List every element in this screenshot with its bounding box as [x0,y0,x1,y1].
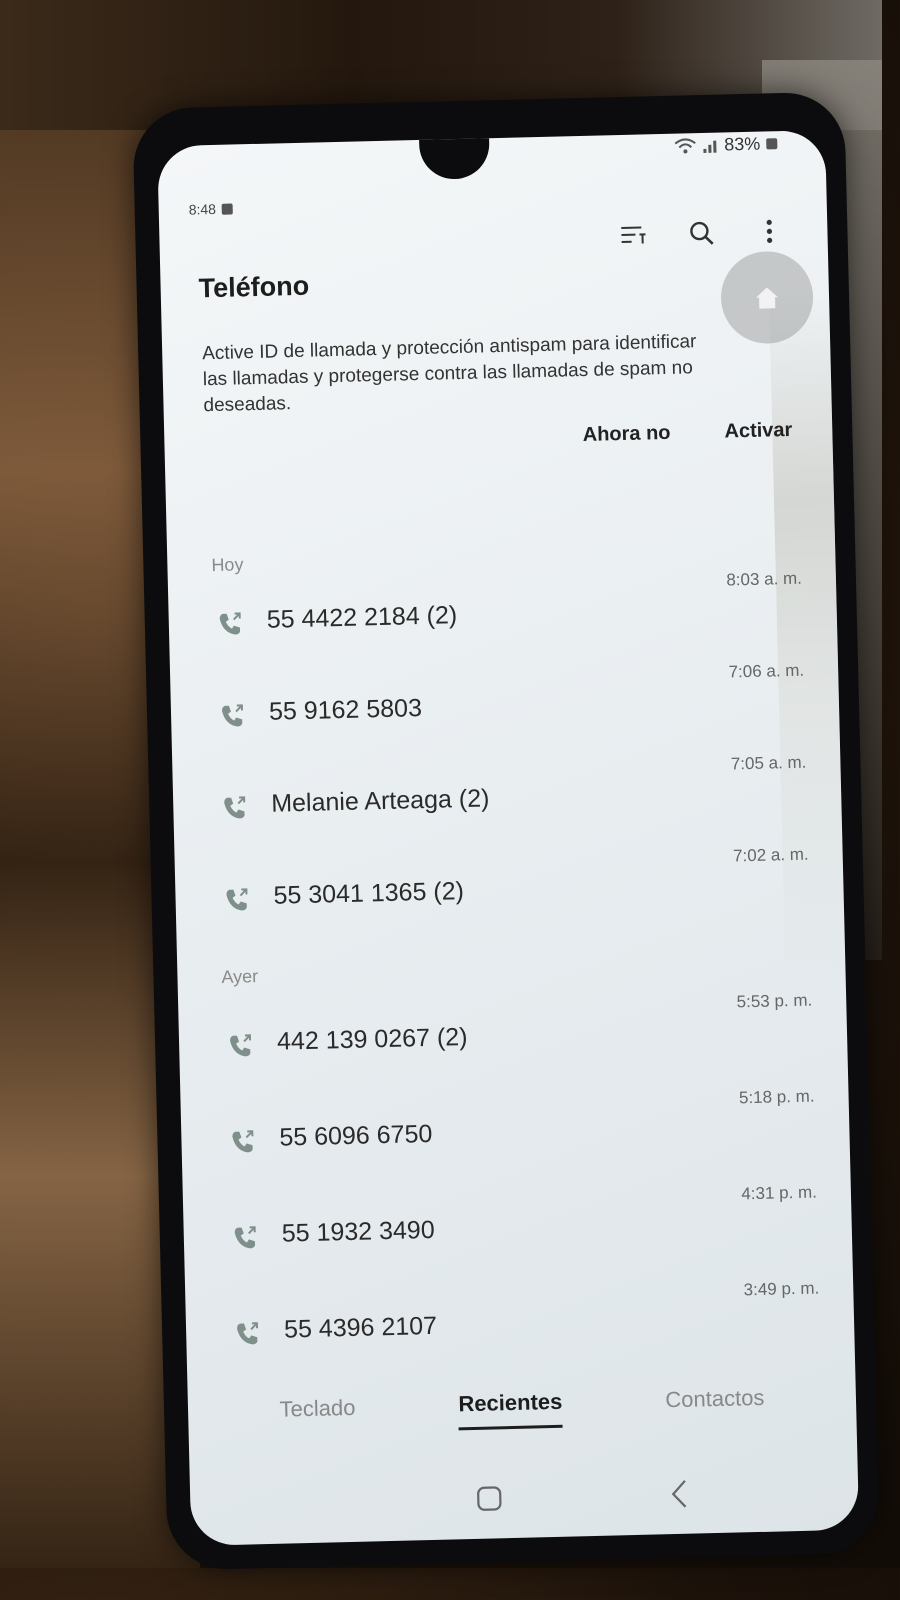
call-log-row[interactable]: 55 4396 2107 3:49 p. m. [225,1278,821,1372]
outgoing-call-icon [234,1226,256,1249]
outgoing-call-icon [226,888,248,911]
call-time: 5:53 p. m. [736,990,813,1012]
call-log-row[interactable]: 55 9162 5803 7:06 a. m. [210,661,806,755]
status-bar-right: 83% [674,133,778,157]
call-time: 7:06 a. m. [728,660,805,682]
home-nav-button[interactable] [469,1478,510,1519]
call-contact-name: 55 6096 6750 [279,1119,433,1152]
outgoing-call-icon [237,1322,259,1345]
call-contact-name: 55 9162 5803 [268,694,423,726]
call-contact-name: Melanie Arteaga (2) [270,784,490,818]
filter-icon [621,226,646,244]
battery-icon [766,138,778,150]
toolbar [615,213,788,253]
status-bar-left: 8:48 [188,200,234,218]
tab-teclado[interactable]: Teclado [279,1395,356,1433]
home-square-icon [477,1486,502,1511]
call-log-row[interactable]: 442 139 0267 (2) 5:53 p. m. [218,991,814,1085]
back-chevron-icon [671,1480,687,1508]
home-icon [756,287,779,309]
call-time: 7:05 a. m. [730,752,807,774]
call-time: 3:49 p. m. [743,1278,820,1300]
call-log-row[interactable]: 55 4422 2184 (2) 8:03 a. m. [208,569,804,663]
outgoing-call-icon [232,1130,254,1153]
spam-protection-message: Active ID de llamada y protección antisp… [201,331,697,417]
call-log-row[interactable]: Melanie Arteaga (2) 7:05 a. m. [212,753,808,847]
phone-screen: 8:48 83% Teléfono Active ID de llamada y… [157,129,860,1546]
call-contact-name: 55 4422 2184 (2) [266,601,458,634]
search-icon [690,221,714,245]
wifi-icon [674,137,696,153]
tab-recientes[interactable]: Recientes [458,1388,563,1430]
more-options-button[interactable] [751,213,788,250]
status-time: 8:48 [188,200,217,218]
call-contact-name: 55 4396 2107 [283,1311,438,1344]
call-log-row[interactable]: 55 3041 1365 (2) 7:02 a. m. [215,845,811,939]
system-navigation-bar [190,1460,859,1536]
call-contact-name: 442 139 0267 (2) [276,1023,468,1056]
activate-button[interactable]: Activar [724,419,792,444]
call-time: 4:31 p. m. [741,1182,818,1204]
not-now-button[interactable]: Ahora no [582,422,670,447]
outgoing-call-icon [224,796,246,819]
filter-button[interactable] [615,216,652,253]
more-vertical-icon [766,219,773,243]
camera-notch [419,136,491,180]
outgoing-call-icon [221,704,243,727]
call-time: 7:02 a. m. [732,844,809,866]
tab-contactos[interactable]: Contactos [665,1385,765,1423]
call-contact-name: 55 3041 1365 (2) [273,877,465,910]
bottom-tabs: Teclado Recientes Contactos [188,1376,857,1442]
banner-actions: Ahora no Activar [582,419,792,447]
outgoing-call-icon [219,612,241,635]
section-header-yesterday: Ayer [221,966,259,987]
section-header-today: Hoy [211,554,244,576]
page-title: Teléfono [198,270,310,304]
call-time: 5:18 p. m. [738,1086,815,1108]
battery-level: 83% [724,133,761,155]
back-nav-button[interactable] [659,1473,700,1514]
notification-icon [221,202,234,215]
call-log-row[interactable]: 55 1932 3490 4:31 p. m. [223,1183,819,1277]
call-contact-name: 55 1932 3490 [281,1215,436,1248]
signal-icon [703,140,717,153]
call-log-row[interactable]: 55 6096 6750 5:18 p. m. [221,1087,817,1181]
phone-device: 8:48 83% Teléfono Active ID de llamada y… [132,91,880,1571]
search-button[interactable] [683,215,720,252]
outgoing-call-icon [230,1034,252,1057]
call-time: 8:03 a. m. [726,568,803,590]
